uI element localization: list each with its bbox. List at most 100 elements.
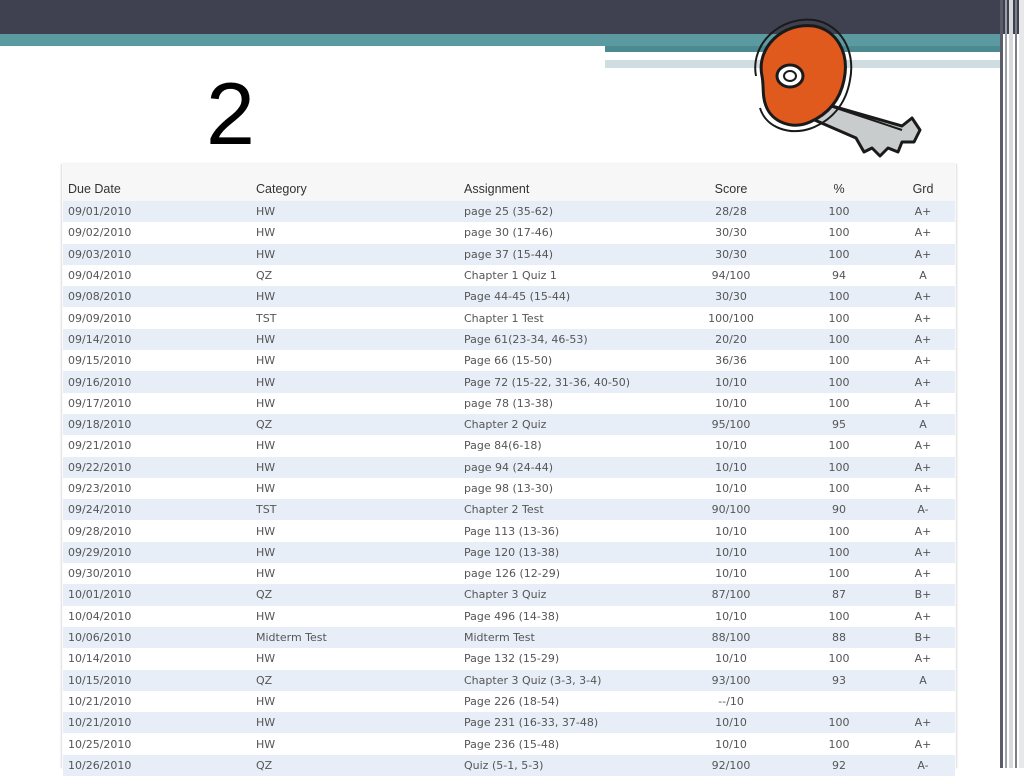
table-row[interactable]: 09/01/2010 HW page 25 (35-62) 28/28 100 A+ (63, 201, 955, 223)
table-row[interactable]: 09/17/2010 HW page 78 (13-38) 10/10 100 A+ (63, 392, 955, 414)
table-row[interactable]: 09/08/2010 HW Page 44-45 (15-44) 30/30 100 A+ (63, 286, 955, 308)
table-row[interactable]: 10/04/2010 HW Page 496 (14-38) 10/10 100 A+ (63, 605, 955, 627)
assignment-cell: Page 236 (15-48) (459, 733, 675, 755)
score-cell: 90/100 (675, 499, 787, 521)
due-date-cell: 09/09/2010 (63, 307, 251, 329)
percent-cell: 100 (787, 541, 891, 564)
category-cell: HW (251, 222, 459, 244)
grade-cell: A+ (891, 520, 955, 542)
score-cell: 10/10 (675, 435, 787, 457)
percent-cell: 100 (787, 201, 891, 223)
assignment-cell: Page 44-45 (15-44) (459, 286, 675, 308)
grade-cell: A (891, 413, 955, 436)
score-cell: 10/10 (675, 456, 787, 478)
assignment-cell: Midterm Test (459, 626, 675, 649)
key-icon (754, 18, 922, 158)
percent-cell: 100 (787, 435, 891, 457)
table-row[interactable]: 09/04/2010 QZ Chapter 1 Quiz 1 94/100 94 A (63, 264, 955, 287)
table-row[interactable]: 09/22/2010 HW page 94 (24-44) 10/10 100 A+ (63, 456, 955, 478)
table-row[interactable]: 09/24/2010 TST Chapter 2 Test 90/100 90 A- (63, 499, 955, 521)
due-date-cell: 10/06/2010 (63, 626, 251, 649)
table-row[interactable]: 09/23/2010 HW page 98 (13-30) 10/10 100 A+ (63, 477, 955, 500)
band-cutout (0, 46, 605, 58)
score-cell: 87/100 (675, 584, 787, 606)
grade-cell: A+ (891, 435, 955, 457)
score-cell: 10/10 (675, 392, 787, 414)
column-header-category[interactable]: Category (251, 164, 459, 201)
table-row[interactable]: 10/14/2010 HW Page 132 (15-29) 10/10 100 A+ (63, 648, 955, 670)
table-row[interactable]: 09/03/2010 HW page 37 (15-44) 30/30 100 A+ (63, 243, 955, 265)
assignment-cell: Chapter 1 Test (459, 307, 675, 329)
column-header-due-date[interactable]: Due Date (63, 164, 251, 201)
due-date-cell: 09/21/2010 (63, 435, 251, 457)
column-header-grade[interactable]: Grd (891, 164, 955, 201)
grade-cell: A+ (891, 350, 955, 372)
percent-cell: 100 (787, 648, 891, 670)
table-row[interactable]: 10/26/2010 QZ Quiz (5-1, 5-3) 92/100 92 A- (63, 754, 955, 776)
assignment-cell: Quiz (5-1, 5-3) (459, 754, 675, 776)
table-row[interactable]: 09/14/2010 HW Page 61(23-34, 46-53) 20/20 10… (63, 328, 955, 351)
grade-cell: A+ (891, 605, 955, 627)
percent-cell: 100 (787, 286, 891, 308)
table-row[interactable]: 10/06/2010 Midterm Test Midterm Test 88/100… (63, 626, 955, 649)
percent-cell: 88 (787, 626, 891, 649)
column-header-score[interactable]: Score (675, 164, 787, 201)
grade-cell: A+ (891, 477, 955, 500)
percent-cell: 100 (787, 563, 891, 585)
grade-cell: A+ (891, 371, 955, 393)
table-row[interactable]: 10/21/2010 HW Page 226 (18-54) --/10 (63, 690, 955, 713)
assignment-cell: Page 61(23-34, 46-53) (459, 328, 675, 351)
score-cell: 10/10 (675, 477, 787, 500)
score-cell: 10/10 (675, 733, 787, 755)
table-row[interactable]: 09/16/2010 HW Page 72 (15-22, 31-36, 40-50… (63, 371, 955, 393)
grade-cell: A+ (891, 712, 955, 734)
percent-cell: 100 (787, 243, 891, 265)
score-cell: 10/10 (675, 712, 787, 734)
table-row[interactable]: 09/09/2010 TST Chapter 1 Test 100/100 100 A+ (63, 307, 955, 329)
assignment-cell: page 94 (24-44) (459, 456, 675, 478)
grade-cell: A+ (891, 307, 955, 329)
table-row[interactable]: 09/18/2010 QZ Chapter 2 Quiz 95/100 95 A (63, 413, 955, 436)
table-row[interactable]: 10/01/2010 QZ Chapter 3 Quiz 87/100 87 B+ (63, 584, 955, 606)
assignment-cell: page 98 (13-30) (459, 477, 675, 500)
score-cell: 10/10 (675, 605, 787, 627)
score-cell: 28/28 (675, 201, 787, 223)
due-date-cell: 10/25/2010 (63, 733, 251, 755)
grade-cell: A+ (891, 563, 955, 585)
score-cell: 10/10 (675, 648, 787, 670)
grade-cell: A- (891, 754, 955, 776)
key-hole (775, 63, 805, 89)
due-date-cell: 10/15/2010 (63, 669, 251, 691)
category-cell: Midterm Test (251, 626, 459, 649)
due-date-cell: 09/23/2010 (63, 477, 251, 500)
table-row[interactable]: 10/25/2010 HW Page 236 (15-48) 10/10 100 A+ (63, 733, 955, 755)
due-date-cell: 09/28/2010 (63, 520, 251, 542)
grade-cell: A (891, 264, 955, 287)
table-row[interactable]: 09/29/2010 HW Page 120 (13-38) 10/10 100 A+ (63, 541, 955, 564)
category-cell: HW (251, 477, 459, 500)
grade-cell: A+ (891, 328, 955, 351)
table-row[interactable]: 09/28/2010 HW Page 113 (13-36) 10/10 100 A+ (63, 520, 955, 542)
percent-cell (787, 690, 891, 713)
table-row[interactable]: 09/02/2010 HW page 30 (17-46) 30/30 100 A+ (63, 222, 955, 244)
table-row[interactable]: 10/21/2010 HW Page 231 (16-33, 37-48) 10/10… (63, 712, 955, 734)
grade-cell: A+ (891, 648, 955, 670)
due-date-cell: 09/03/2010 (63, 243, 251, 265)
assignment-cell: page 37 (15-44) (459, 243, 675, 265)
category-cell: HW (251, 563, 459, 585)
table-row[interactable]: 09/21/2010 HW Page 84(6-18) 10/10 100 A+ (63, 435, 955, 457)
score-cell: 30/30 (675, 243, 787, 265)
percent-cell: 100 (787, 477, 891, 500)
assignment-cell: Chapter 2 Quiz (459, 413, 675, 436)
table-row[interactable]: 09/30/2010 HW page 126 (12-29) 10/10 100 A+ (63, 563, 955, 585)
category-cell: HW (251, 690, 459, 713)
category-cell: HW (251, 328, 459, 351)
grade-cell: A+ (891, 541, 955, 564)
column-header-assignment[interactable]: Assignment (459, 164, 675, 201)
category-cell: HW (251, 201, 459, 223)
table-row[interactable]: 10/15/2010 QZ Chapter 3 Quiz (3-3, 3-4) 93/… (63, 669, 955, 691)
percent-cell: 100 (787, 350, 891, 372)
table-row[interactable]: 09/15/2010 HW Page 66 (15-50) 36/36 100 A+ (63, 350, 955, 372)
column-header-percent[interactable]: % (787, 164, 891, 201)
due-date-cell: 10/01/2010 (63, 584, 251, 606)
